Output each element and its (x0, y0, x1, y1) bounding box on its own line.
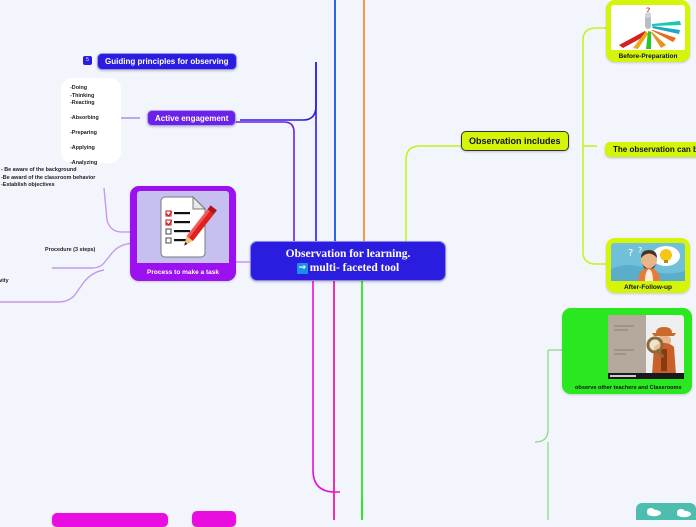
node-guiding-principles[interactable]: Guiding principles for observing (97, 53, 237, 70)
node-observation-can-be[interactable]: The observation can b (605, 142, 696, 157)
node-bottom-mid-partial[interactable] (192, 511, 236, 527)
card-before-preparation-caption: Before-Preparation (618, 53, 678, 60)
arrows-fan-figure-icon: ? (611, 5, 685, 52)
card-observe-other-teachers[interactable]: observe other teachers and Classrooms (562, 308, 692, 394)
detective-magnifier-icon (608, 315, 684, 384)
label-procedure[interactable]: Procedure (3 steps) (45, 247, 95, 253)
svg-text:?: ? (628, 248, 633, 259)
node-active-engagement[interactable]: Active engagement (147, 110, 237, 126)
root-line2-row: → multi- faceted tool (296, 261, 400, 275)
card-bottom-right-partial[interactable] (636, 503, 696, 520)
note-engagement-list-text: -Doing -Thinking -Reacting -Absorbing -P… (70, 85, 99, 166)
node-bottom-left-partial[interactable] (52, 513, 168, 527)
root-line2: multi- faceted tool (309, 262, 400, 274)
card-after-followup-caption: After-Follow-up (623, 284, 673, 291)
node-active-engagement-label: Active engagement (155, 113, 229, 123)
node-observation-can-be-label: The observation can b (613, 145, 696, 154)
mindmap-canvas: Observation for learning. → multi- facet… (0, 0, 696, 527)
card-after-followup[interactable]: ? ? After-Follow-up (606, 238, 690, 293)
root-line1: Observation for learning. (285, 248, 411, 260)
label-activity[interactable]: tivity (0, 278, 9, 284)
node-observation-includes-label: Observation includes (469, 136, 561, 146)
card-observe-other-caption: observe other teachers and Classrooms (575, 385, 682, 391)
clouds-icon (647, 508, 691, 518)
arrow-right-icon: → (296, 262, 308, 274)
guiding-principles-badge: 5 (83, 56, 92, 65)
node-observation-includes[interactable]: Observation includes (461, 131, 569, 151)
card-before-preparation[interactable]: ? Before-Preparation (606, 0, 690, 62)
thinking-person-lightbulb-icon: ? ? (611, 243, 685, 283)
note-engagement-list: -Doing -Thinking -Reacting -Absorbing -P… (61, 78, 121, 166)
card-process-to-make-a-task[interactable]: Process to make a task (130, 186, 236, 281)
note-principles: - Be aware of the background -Be award o… (1, 167, 119, 190)
svg-text:?: ? (638, 246, 642, 255)
root-node[interactable]: Observation for learning. → multi- facet… (250, 241, 446, 281)
node-guiding-principles-label: Guiding principles for observing (105, 57, 229, 66)
checklist-pencil-icon (137, 191, 229, 268)
card-process-caption: Process to make a task (147, 269, 219, 276)
note-principles-text: - Be aware of the background -Be award o… (1, 167, 96, 188)
